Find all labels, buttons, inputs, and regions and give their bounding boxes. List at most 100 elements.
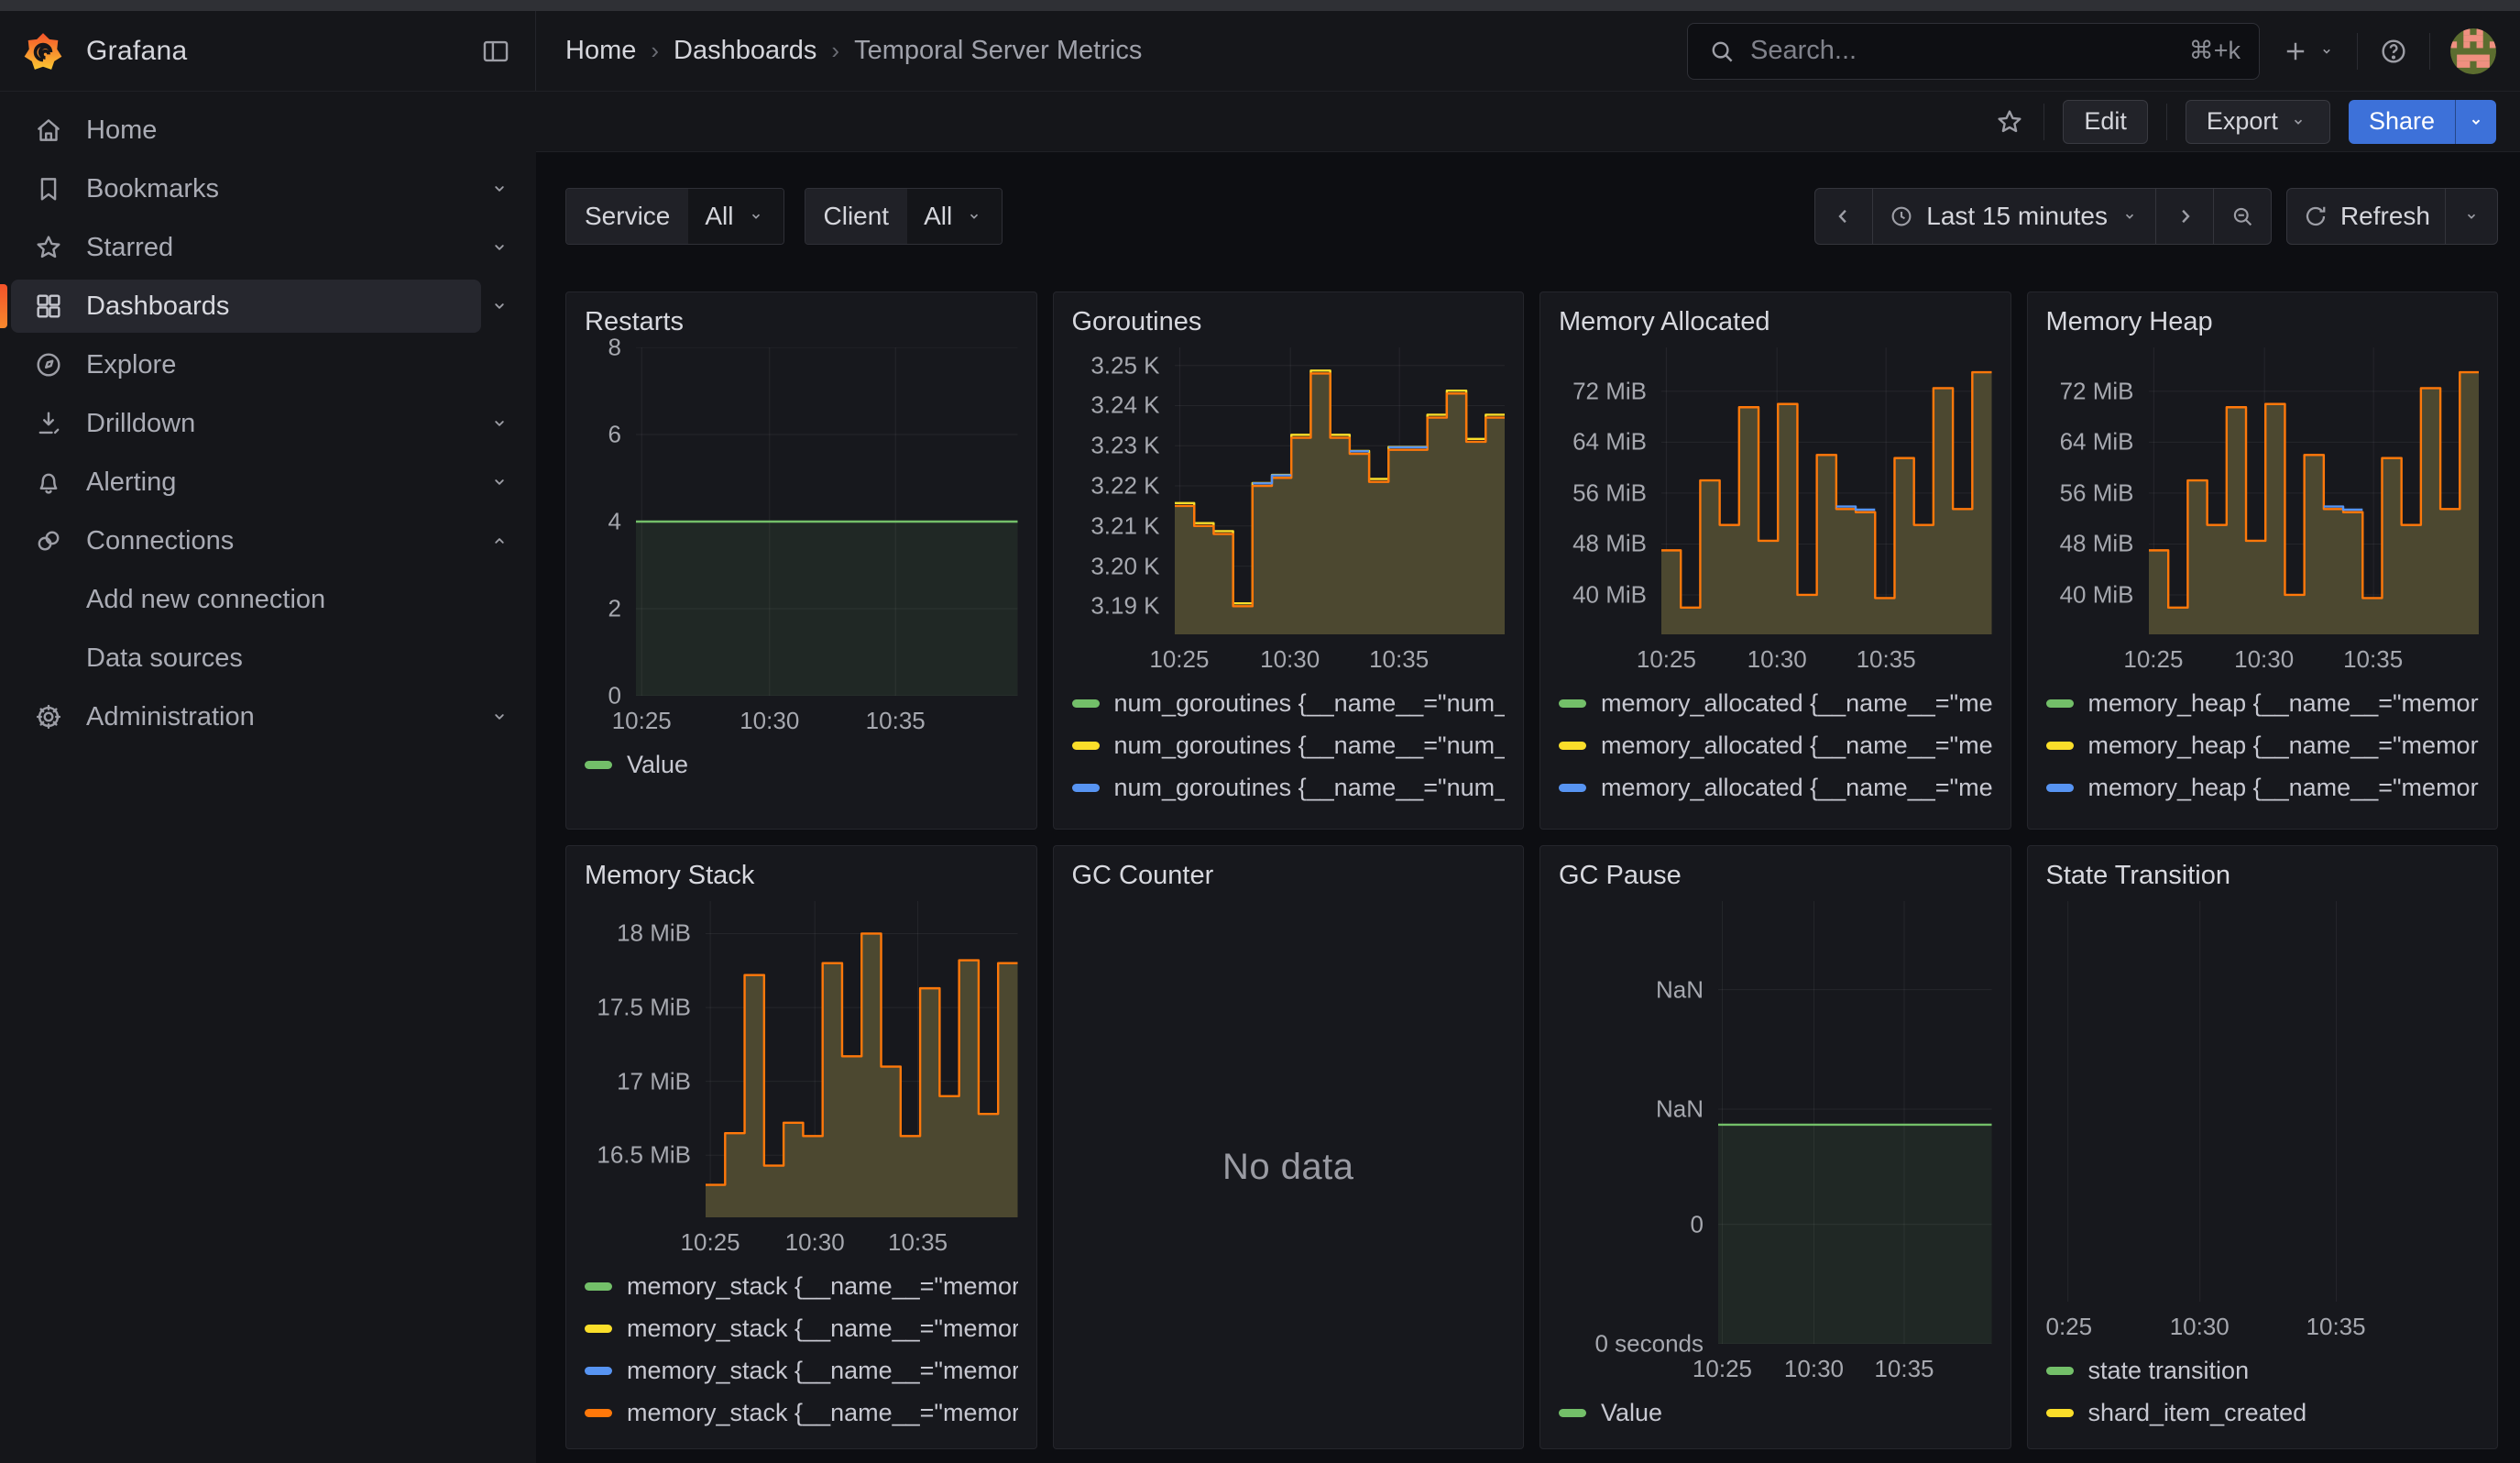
legend-item[interactable]: memory_stack {__name__="memory_s xyxy=(585,1392,1018,1434)
gear-icon xyxy=(33,701,64,732)
chevron-down-icon[interactable] xyxy=(481,470,518,494)
share-dropdown-button[interactable] xyxy=(2455,100,2496,144)
add-new-button[interactable] xyxy=(2280,36,2337,67)
plot-area[interactable] xyxy=(1661,347,1992,634)
legend-item[interactable]: memory_allocated {__name__="memo xyxy=(1559,682,1992,724)
sidebar-item-starred[interactable]: Starred xyxy=(0,218,536,277)
help-icon[interactable] xyxy=(2378,36,2409,67)
zoom-out-button[interactable] xyxy=(2214,188,2272,245)
legend-item[interactable]: memory_heap {__name__="memory_h xyxy=(2046,682,2480,724)
filter-value-dropdown[interactable]: All xyxy=(688,189,783,244)
legend-item[interactable]: memory_heap {__name__="memory_h xyxy=(2046,766,2480,808)
legend-item[interactable]: Value xyxy=(585,743,1018,786)
y-tick-label: 56 MiB xyxy=(2060,478,2134,507)
chevron-up-icon[interactable] xyxy=(481,529,518,553)
chevron-down-icon[interactable] xyxy=(481,177,518,201)
x-tick-label: 10:25 xyxy=(612,707,672,735)
panel-title[interactable]: Restarts xyxy=(585,307,1018,340)
y-tick-label: 3.24 K xyxy=(1090,391,1159,420)
legend-item[interactable]: Value xyxy=(1559,1392,1992,1434)
panel-title[interactable]: Memory Allocated xyxy=(1559,307,1992,340)
panel-legend: num_goroutines {__name__="num_gonum_goro… xyxy=(1072,675,1506,814)
sidebar-item-administration[interactable]: Administration xyxy=(0,688,536,746)
plot-area[interactable] xyxy=(2149,347,2480,634)
legend-label: num_goroutines {__name__="num_go xyxy=(1114,689,1506,718)
breadcrumb-home[interactable]: Home xyxy=(565,36,636,66)
plot-area[interactable] xyxy=(636,347,1018,696)
panel-gc-pause: GC PauseNaNNaN00 seconds10:2510:3010:35V… xyxy=(1539,845,2011,1449)
panel-title[interactable]: Memory Heap xyxy=(2046,307,2480,340)
legend-item[interactable]: shard_item_created xyxy=(2046,1392,2480,1434)
legend-color-swatch xyxy=(2046,742,2074,750)
legend-item[interactable]: state transition xyxy=(2046,1349,2480,1392)
legend-item[interactable]: num_goroutines {__name__="num_go xyxy=(1072,724,1506,766)
legend-item[interactable]: memory_allocated {__name__="memo xyxy=(1559,724,1992,766)
legend-label: state transition xyxy=(2088,1357,2250,1385)
clock-icon xyxy=(1888,203,1915,230)
client-filter[interactable]: Client All xyxy=(805,188,1003,245)
sidebar-item-alerting[interactable]: Alerting xyxy=(0,453,536,512)
legend-item[interactable]: num_goroutines {__name__="num_go xyxy=(1072,682,1506,724)
filter-value-dropdown[interactable]: All xyxy=(907,189,1002,244)
chevron-down-icon[interactable] xyxy=(481,412,518,435)
sidebar-item-bookmarks[interactable]: Bookmarks xyxy=(0,160,536,218)
legend-item[interactable]: memory_heap {__name__="memory_h xyxy=(2046,724,2480,766)
legend-item[interactable]: memory_stack {__name__="memory_s xyxy=(585,1307,1018,1349)
sidebar-item-dashboards[interactable]: Dashboards xyxy=(0,277,536,336)
chevron-down-icon[interactable] xyxy=(481,705,518,729)
app-title: Grafana xyxy=(86,36,188,67)
bell-icon xyxy=(33,467,64,498)
panel-title[interactable]: Memory Stack xyxy=(585,861,1018,894)
legend-item[interactable]: memory_stack {__name__="memory_s xyxy=(585,1265,1018,1307)
bookmark-icon xyxy=(33,173,64,204)
sidebar-item-explore[interactable]: Explore xyxy=(0,336,536,394)
x-tick-label: 10:30 xyxy=(1748,645,1807,674)
sidebar-item-add-new-connection[interactable]: Add new connection xyxy=(0,570,536,629)
chevron-down-icon xyxy=(2317,41,2337,61)
chevron-down-icon[interactable] xyxy=(481,236,518,259)
edit-button[interactable]: Edit xyxy=(2063,100,2148,144)
chevron-down-icon xyxy=(2460,205,2482,227)
export-button[interactable]: Export xyxy=(2186,100,2330,144)
sidebar-item-drilldown[interactable]: Drilldown xyxy=(0,394,536,453)
x-tick-label: 10:35 xyxy=(1857,645,1916,674)
sidebar-item-home[interactable]: Home xyxy=(0,101,536,160)
x-tick-label: 10:25 xyxy=(1149,645,1209,674)
panel-title[interactable]: Goroutines xyxy=(1072,307,1506,340)
divider xyxy=(2357,33,2358,70)
refresh-interval-dropdown[interactable] xyxy=(2446,188,2498,245)
panel-title[interactable]: GC Pause xyxy=(1559,861,1992,894)
breadcrumb-dashboards[interactable]: Dashboards xyxy=(674,36,816,66)
time-range-picker[interactable]: Last 15 minutes xyxy=(1873,188,2156,245)
plot-area[interactable] xyxy=(2046,901,2480,1302)
share-button[interactable]: Share xyxy=(2349,100,2455,144)
chevron-down-icon[interactable] xyxy=(481,294,518,318)
legend-item[interactable]: memory_allocated {__name__="memo xyxy=(1559,766,1992,808)
panel-title[interactable]: GC Counter xyxy=(1072,861,1506,894)
time-shift-forward-button[interactable] xyxy=(2156,188,2214,245)
legend-item[interactable]: num_goroutines {__name__="num_go xyxy=(1072,808,1506,814)
plot-area[interactable] xyxy=(706,901,1018,1217)
panel-gc-counter: GC CounterNo data xyxy=(1053,845,1525,1449)
panel-title[interactable]: State Transition xyxy=(2046,861,2480,894)
grafana-logo-icon xyxy=(22,30,64,72)
service-filter[interactable]: Service All xyxy=(565,188,784,245)
legend-item[interactable]: memory_heap {__name__="memory_h xyxy=(2046,808,2480,814)
plot-area[interactable] xyxy=(1175,347,1506,634)
time-shift-back-button[interactable] xyxy=(1814,188,1873,245)
x-tick-label: 10:30 xyxy=(1784,1355,1844,1383)
zoom-out-icon xyxy=(2229,203,2256,230)
refresh-button[interactable]: Refresh xyxy=(2286,188,2446,245)
legend-color-swatch xyxy=(1559,699,1586,708)
legend-item[interactable]: memory_allocated {__name__="memo xyxy=(1559,808,1992,814)
legend-item[interactable]: num_goroutines {__name__="num_go xyxy=(1072,766,1506,808)
user-avatar[interactable] xyxy=(2450,28,2496,74)
plot-area[interactable] xyxy=(1718,901,1992,1344)
legend-item[interactable]: memory_stack {__name__="memory_s xyxy=(585,1349,1018,1392)
search-input[interactable]: Search... ⌘+k xyxy=(1687,23,2260,80)
sidebar-item-connections[interactable]: Connections xyxy=(0,512,536,570)
mega-menu-toggle-icon[interactable] xyxy=(480,36,511,67)
chart-svg xyxy=(1718,901,1992,1344)
sidebar-item-data-sources[interactable]: Data sources xyxy=(0,629,536,688)
favorite-star-icon[interactable] xyxy=(1994,106,2025,138)
